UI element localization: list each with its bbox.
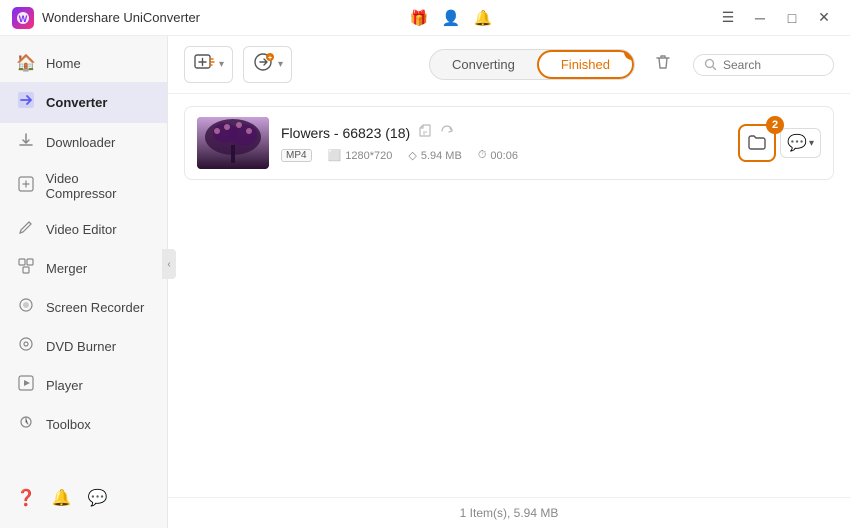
status-bar: 1 Item(s), 5.94 MB xyxy=(168,497,850,528)
add-files-arrow: ▾ xyxy=(219,59,224,70)
file-actions: 2 💬 ▾ xyxy=(738,124,821,162)
size-icon: ◇ xyxy=(408,149,416,162)
sidebar-label-editor: Video Editor xyxy=(46,222,117,237)
title-bar-left: W Wondershare UniConverter xyxy=(12,7,200,29)
app-logo: W xyxy=(12,7,34,29)
tab-finished-badge: 1 xyxy=(624,49,635,60)
title-bar-icons: 🎁 👤 🔔 xyxy=(408,7,494,29)
editor-icon xyxy=(16,219,36,240)
tab-finished[interactable]: Finished 1 xyxy=(537,50,634,79)
maximize-button[interactable]: □ xyxy=(778,7,806,29)
bell-icon[interactable]: 🔔 xyxy=(472,7,494,29)
convert-all-arrow: ▾ xyxy=(278,59,283,70)
sidebar-item-screen-recorder[interactable]: Screen Recorder xyxy=(0,288,167,327)
main-container: 🏠 Home Converter Downloader Video Compre… xyxy=(0,36,850,528)
home-icon: 🏠 xyxy=(16,53,36,73)
recorder-icon xyxy=(16,297,36,318)
sidebar-item-dvd-burner[interactable]: DVD Burner xyxy=(0,327,167,366)
size-value: 5.94 MB xyxy=(421,150,462,162)
sidebar-item-toolbox[interactable]: Toolbox xyxy=(0,405,167,444)
sidebar: 🏠 Home Converter Downloader Video Compre… xyxy=(0,36,168,528)
tab-group: Converting Finished 1 xyxy=(429,49,635,80)
file-meta: MP4 ⬜ 1280*720 ◇ 5.94 MB ⏱ 00:06 xyxy=(281,149,726,162)
svg-text:W: W xyxy=(19,14,28,24)
sidebar-item-video-compressor[interactable]: Video Compressor xyxy=(0,162,167,210)
sidebar-label-home: Home xyxy=(46,56,81,71)
dvd-icon xyxy=(16,336,36,357)
more-options-button[interactable]: 💬 ▾ xyxy=(780,128,821,158)
merger-icon xyxy=(16,258,36,279)
resolution-icon: ⬜ xyxy=(328,149,342,162)
meta-format: MP4 xyxy=(281,149,312,162)
sidebar-item-home[interactable]: 🏠 Home xyxy=(0,44,167,82)
hamburger-menu-button[interactable]: ☰ xyxy=(714,7,742,29)
sidebar-item-video-editor[interactable]: Video Editor xyxy=(0,210,167,249)
title-bar: W Wondershare UniConverter 🎁 👤 🔔 ☰ ─ □ ✕ xyxy=(0,0,850,36)
format-badge: MP4 xyxy=(281,149,312,162)
feedback-icon[interactable]: 💬 xyxy=(88,488,108,508)
comment-icon: 💬 xyxy=(787,133,807,153)
downloader-icon xyxy=(16,132,36,153)
convert-all-icon: + xyxy=(252,51,274,78)
window-controls: ☰ ─ □ ✕ xyxy=(714,7,838,29)
refresh-icon[interactable] xyxy=(440,124,454,141)
sidebar-item-player[interactable]: Player xyxy=(0,366,167,405)
converter-icon xyxy=(16,91,36,114)
trash-button[interactable] xyxy=(653,52,673,77)
search-input[interactable] xyxy=(723,58,823,72)
help-icon[interactable]: ❓ xyxy=(16,488,36,508)
file-thumbnail xyxy=(197,117,269,169)
compressor-icon xyxy=(16,176,36,197)
minimize-button[interactable]: ─ xyxy=(746,7,774,29)
sidebar-label-compressor: Video Compressor xyxy=(46,171,151,201)
sidebar-item-merger[interactable]: Merger xyxy=(0,249,167,288)
search-bar xyxy=(693,54,834,76)
open-folder-button[interactable]: 2 xyxy=(738,124,776,162)
file-name-row: Flowers - 66823 (18) xyxy=(281,124,726,141)
convert-all-button[interactable]: + ▾ xyxy=(243,46,292,83)
meta-duration: ⏱ 00:06 xyxy=(478,149,518,162)
player-icon xyxy=(16,375,36,396)
sidebar-label-recorder: Screen Recorder xyxy=(46,300,144,315)
duration-value: 00:06 xyxy=(490,150,518,162)
file-list: Flowers - 66823 (18) MP4 ⬜ xyxy=(168,94,850,497)
sidebar-item-converter[interactable]: Converter xyxy=(0,82,167,123)
sidebar-label-player: Player xyxy=(46,378,83,393)
clock-icon: ⏱ xyxy=(478,149,487,162)
sidebar-collapse-handle[interactable]: ‹ xyxy=(162,249,176,279)
file-item: Flowers - 66823 (18) MP4 ⬜ xyxy=(184,106,834,180)
file-info: Flowers - 66823 (18) MP4 ⬜ xyxy=(281,124,726,162)
sidebar-label-toolbox: Toolbox xyxy=(46,417,91,432)
thumbnail-image xyxy=(197,117,269,169)
sidebar-label-downloader: Downloader xyxy=(46,135,115,150)
gift-icon[interactable]: 🎁 xyxy=(408,7,430,29)
user-icon[interactable]: 👤 xyxy=(440,7,462,29)
file-name: Flowers - 66823 (18) xyxy=(281,125,410,141)
resolution-value: 1280*720 xyxy=(345,150,392,162)
folder-badge: 2 xyxy=(766,116,784,134)
add-files-icon xyxy=(193,51,215,78)
svg-text:+: + xyxy=(268,55,272,62)
status-text: 1 Item(s), 5.94 MB xyxy=(460,506,559,520)
meta-size: ◇ 5.94 MB xyxy=(408,149,461,162)
open-file-icon[interactable] xyxy=(418,124,432,141)
toolbox-icon xyxy=(16,414,36,435)
search-icon xyxy=(704,58,717,71)
sidebar-label-converter: Converter xyxy=(46,95,107,110)
chevron-down-icon: ▾ xyxy=(809,138,814,149)
tab-finished-label: Finished xyxy=(561,57,610,72)
sidebar-item-downloader[interactable]: Downloader xyxy=(0,123,167,162)
sidebar-label-merger: Merger xyxy=(46,261,87,276)
meta-resolution: ⬜ 1280*720 xyxy=(328,149,393,162)
app-title: Wondershare UniConverter xyxy=(42,10,200,25)
content-area: ▾ + ▾ Converting Finished 1 xyxy=(168,36,850,528)
sidebar-footer: ❓ 🔔 💬 xyxy=(0,476,167,520)
tab-converting[interactable]: Converting xyxy=(430,50,537,79)
close-button[interactable]: ✕ xyxy=(810,7,838,29)
add-files-button[interactable]: ▾ xyxy=(184,46,233,83)
notification-footer-icon[interactable]: 🔔 xyxy=(52,488,72,508)
toolbar: ▾ + ▾ Converting Finished 1 xyxy=(168,36,850,94)
sidebar-label-dvd: DVD Burner xyxy=(46,339,116,354)
